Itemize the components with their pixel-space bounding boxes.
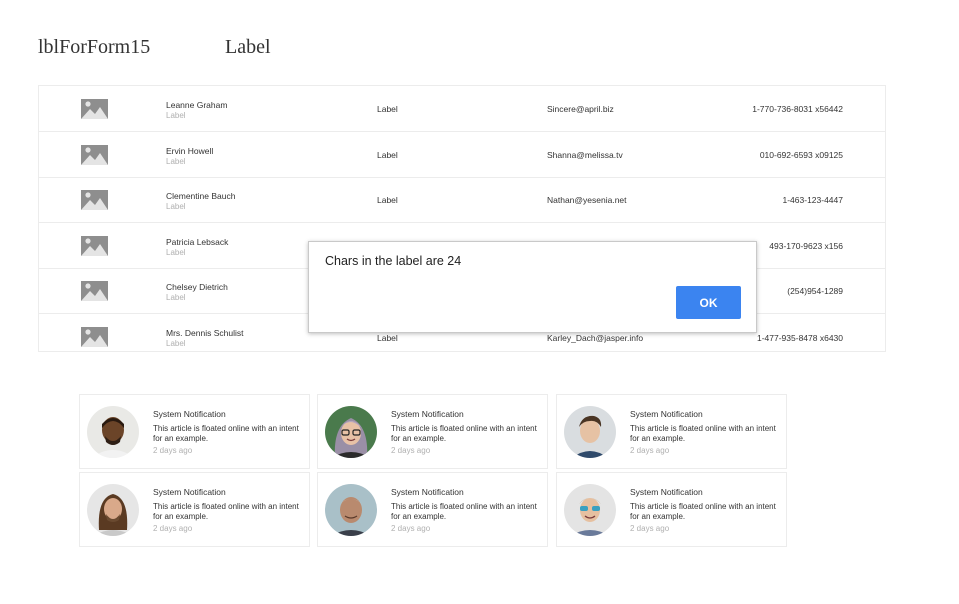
image-placeholder-icon — [81, 99, 108, 119]
image-placeholder-icon — [81, 190, 108, 210]
notification-time: 2 days ago — [153, 446, 193, 455]
user-name: Ervin Howell — [166, 146, 214, 156]
user-name: Patricia Lebsack — [166, 237, 229, 247]
user-subtitle: Label — [166, 293, 186, 302]
image-placeholder-icon — [81, 327, 108, 347]
user-name: Mrs. Dennis Schulist — [166, 328, 244, 338]
user-email: Sincere@april.biz — [547, 104, 614, 114]
notification-time: 2 days ago — [630, 446, 670, 455]
user-name: Leanne Graham — [166, 100, 228, 110]
user-phone: (254)954-1289 — [787, 286, 843, 296]
notification-title: System Notification — [391, 409, 464, 419]
table-row[interactable]: Ervin Howell Label Label Shanna@melissa.… — [39, 132, 885, 178]
user-phone: 493-170-9623 x156 — [769, 241, 843, 251]
notification-card[interactable]: System Notification This article is floa… — [79, 472, 310, 547]
user-name: Chelsey Dietrich — [166, 282, 228, 292]
notification-body: This article is floated online with an i… — [630, 424, 776, 443]
table-row[interactable]: Clementine Bauch Label Label Nathan@yese… — [39, 177, 885, 223]
notification-card[interactable]: System Notification This article is floa… — [317, 472, 548, 547]
notification-title: System Notification — [630, 409, 703, 419]
avatar — [325, 406, 377, 458]
avatar — [564, 484, 616, 536]
avatar — [564, 406, 616, 458]
notification-body: This article is floated online with an i… — [630, 502, 776, 521]
user-email: Karley_Dach@jasper.info — [547, 333, 644, 343]
user-email: Shanna@melissa.tv — [547, 150, 623, 160]
notification-time: 2 days ago — [391, 446, 431, 455]
user-subtitle: Label — [166, 111, 186, 120]
notification-title: System Notification — [630, 487, 703, 497]
user-email: Nathan@yesenia.net — [547, 195, 627, 205]
notification-time: 2 days ago — [630, 524, 670, 533]
image-placeholder-icon — [81, 145, 108, 165]
dialog-message: Chars in the label are 24 — [325, 254, 462, 268]
user-subtitle: Label — [166, 202, 186, 211]
user-phone: 010-692-6593 x09125 — [759, 150, 843, 160]
notification-body: This article is floated online with an i… — [391, 502, 537, 521]
form-label: lblForForm15 — [38, 36, 151, 58]
notification-card[interactable]: System Notification This article is floa… — [556, 472, 787, 547]
user-phone: 1-477-935-8478 x6430 — [756, 333, 843, 343]
alert-dialog: Chars in the label are 24 OK — [308, 241, 757, 333]
notification-body: This article is floated online with an i… — [153, 502, 299, 521]
user-subtitle: Label — [166, 339, 186, 348]
ok-button[interactable]: OK — [676, 286, 741, 319]
user-label: Label — [377, 195, 398, 205]
notification-card[interactable]: System Notification This article is floa… — [317, 394, 548, 469]
notification-time: 2 days ago — [153, 524, 193, 533]
user-subtitle: Label — [166, 157, 186, 166]
notification-card[interactable]: System Notification This article is floa… — [556, 394, 787, 469]
image-placeholder-icon — [81, 281, 108, 301]
user-label: Label — [377, 150, 398, 160]
avatar — [87, 406, 139, 458]
user-label: Label — [377, 104, 398, 114]
notification-body: This article is floated online with an i… — [153, 424, 299, 443]
avatar — [325, 484, 377, 536]
user-subtitle: Label — [166, 248, 186, 257]
notification-title: System Notification — [153, 409, 226, 419]
user-label: Label — [377, 333, 398, 343]
user-name: Clementine Bauch — [166, 191, 236, 201]
notification-card[interactable]: System Notification This article is floa… — [79, 394, 310, 469]
user-phone: 1-463-123-4447 — [782, 195, 844, 205]
notification-title: System Notification — [153, 487, 226, 497]
avatar — [87, 484, 139, 536]
table-row[interactable]: Leanne Graham Label Label Sincere@april.… — [39, 86, 885, 132]
notification-body: This article is floated online with an i… — [391, 424, 537, 443]
notification-time: 2 days ago — [391, 524, 431, 533]
header-label: Label — [225, 36, 271, 58]
image-placeholder-icon — [81, 236, 108, 256]
notification-title: System Notification — [391, 487, 464, 497]
user-phone: 1-770-736-8031 x56442 — [752, 104, 843, 114]
